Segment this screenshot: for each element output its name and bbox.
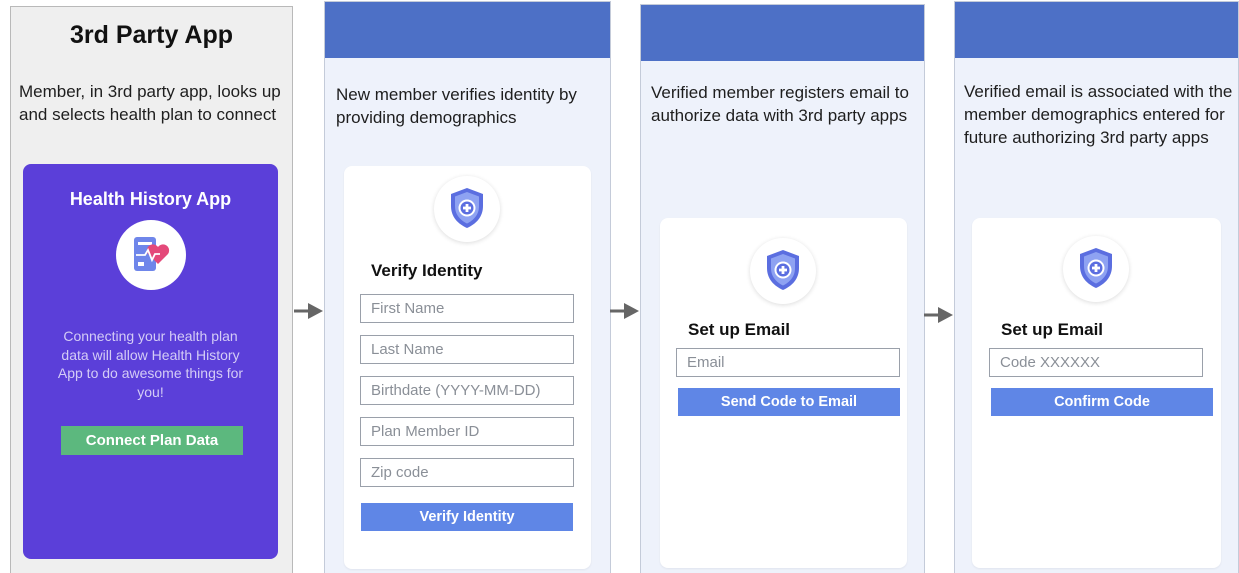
shield-plus-icon [1063, 236, 1129, 302]
app-title: Health History App [69, 189, 232, 209]
birthdate-input[interactable]: Birthdate (YYYY-MM-DD) [360, 376, 574, 405]
step-description: Verified email is associated with the me… [964, 82, 1233, 147]
step-description: New member verifies identity by providin… [336, 85, 577, 127]
flow-arrow-icon [924, 307, 953, 323]
plan-member-id-input[interactable]: Plan Member ID [360, 417, 574, 446]
verify-identity-button[interactable]: Verify Identity [361, 503, 573, 531]
verification-code-input[interactable]: Code XXXXXX [989, 348, 1203, 377]
verify-identity-step: New member verifies identity by providin… [324, 1, 611, 573]
last-name-input[interactable]: Last Name [360, 335, 574, 364]
zip-code-input[interactable]: Zip code [360, 458, 574, 487]
register-email-step: Verified member registers email to autho… [640, 4, 925, 573]
step-header [641, 5, 924, 61]
step-header [955, 2, 1238, 58]
confirm-code-button[interactable]: Confirm Code [991, 388, 1213, 416]
confirm-code-form: Set up Email Code XXXXXX Confirm Code [972, 218, 1221, 568]
column-title: 3rd Party App [69, 21, 233, 49]
set-up-email-form: Set up Email Email Send Code to Email [660, 218, 907, 568]
third-party-app-column: 3rd Party App Member, in 3rd party app, … [10, 6, 293, 573]
step-description: Verified member registers email to autho… [651, 83, 909, 125]
form-title: Set up Email [1001, 320, 1104, 339]
flow-arrow-icon [294, 303, 323, 319]
shield-plus-icon [750, 238, 816, 304]
connect-plan-data-button[interactable]: Connect Plan Data [61, 426, 243, 455]
form-title: Verify Identity [371, 261, 483, 280]
confirm-email-step: Verified email is associated with the me… [954, 1, 1239, 573]
verify-identity-form: Verify Identity First Name Last Name Bir… [344, 166, 591, 569]
column-description: Member, in 3rd party app, looks up and s… [19, 82, 281, 124]
app-description: Connecting your health plan data will al… [57, 328, 244, 400]
step-header [325, 2, 610, 58]
health-record-heart-icon [116, 220, 186, 290]
first-name-input[interactable]: First Name [360, 294, 574, 323]
flow-arrow-icon [610, 303, 639, 319]
shield-plus-icon [434, 176, 500, 242]
health-history-app-card: Health History App Connecting your healt… [23, 164, 278, 559]
send-code-button[interactable]: Send Code to Email [678, 388, 900, 416]
email-input[interactable]: Email [676, 348, 900, 377]
form-title: Set up Email [688, 320, 791, 339]
